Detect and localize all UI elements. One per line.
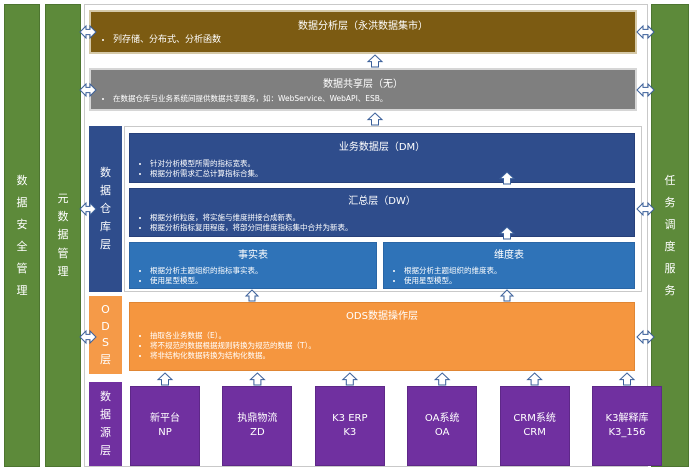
up-arrow-icon [249,372,266,386]
up-arrow-icon [156,372,174,386]
double-arrow-icon [636,82,655,98]
up-arrow-icon [498,226,516,240]
up-arrow-icon [341,372,359,386]
up-arrow-icon [244,289,260,302]
double-arrow-icon [636,329,655,345]
double-arrow-icon [79,329,97,345]
up-arrow-icon [433,372,451,386]
arrows-layer [79,24,655,386]
up-arrow-icon [526,372,543,386]
double-arrow-icon [79,201,97,217]
double-arrow-icon [636,201,655,217]
double-arrow-icon [79,24,97,40]
up-arrow-icon [499,289,515,302]
double-arrow-icon [636,24,655,40]
double-arrow-icon [79,82,97,98]
up-arrow-icon [618,372,636,386]
up-arrow-icon [366,54,384,68]
up-arrow-icon [498,171,516,185]
up-arrow-icon [366,112,384,126]
